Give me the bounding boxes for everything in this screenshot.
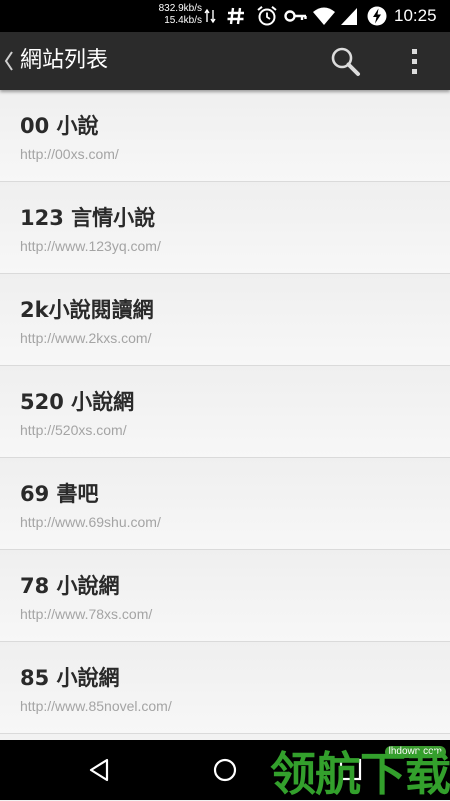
network-speed: 832.9kb/s 15.4kb/s	[142, 3, 202, 27]
data-transfer-icon	[204, 8, 216, 24]
search-icon	[331, 47, 360, 76]
site-url: http://www.78xs.com/	[20, 606, 153, 622]
site-url: http://www.85novel.com/	[20, 698, 172, 714]
navigation-bar	[0, 740, 450, 800]
site-list: 00 小說 http://00xs.com/ 123 言情小說 http://w…	[0, 90, 450, 740]
hash-icon	[227, 7, 244, 25]
site-name: 123 言情小說	[20, 206, 156, 230]
site-name: 2k小說閱讀網	[20, 298, 154, 322]
cell-signal-icon	[341, 8, 357, 25]
action-bar: 網站列表	[0, 32, 450, 90]
list-item[interactable]: 85 小說網 http://www.85novel.com/	[0, 642, 450, 734]
site-name: 69 書吧	[20, 482, 99, 506]
list-item[interactable]: 520 小說網 http://520xs.com/	[0, 366, 450, 458]
site-name: 00 小說	[20, 114, 99, 138]
recents-icon[interactable]	[338, 756, 364, 784]
site-url: http://www.2kxs.com/	[20, 330, 152, 346]
upload-speed: 15.4kb/s	[164, 15, 202, 26]
wifi-icon	[313, 7, 335, 25]
home-icon[interactable]	[211, 756, 239, 784]
site-name: 85 小說網	[20, 666, 120, 690]
list-item[interactable]: 2k小說閱讀網 http://www.2kxs.com/	[0, 274, 450, 366]
status-bar: 832.9kb/s 15.4kb/s 10:25	[0, 0, 450, 32]
site-url: http://www.69shu.com/	[20, 514, 161, 530]
list-item[interactable]: 00 小說 http://00xs.com/	[0, 90, 450, 182]
site-name: 78 小說網	[20, 574, 120, 598]
page-title: 網站列表	[20, 48, 109, 73]
clock-time: 10:25	[394, 6, 437, 25]
list-item[interactable]: 69 書吧 http://www.69shu.com/	[0, 458, 450, 550]
site-name: 520 小說網	[20, 390, 135, 414]
site-url: http://00xs.com/	[20, 146, 119, 162]
site-url: http://www.123yq.com/	[20, 238, 161, 254]
site-url: http://520xs.com/	[20, 422, 127, 438]
alarm-icon	[257, 6, 277, 26]
overflow-menu-icon	[412, 49, 417, 74]
download-speed: 832.9kb/s	[158, 3, 202, 14]
search-button[interactable]	[328, 44, 364, 80]
back-chevron-icon[interactable]	[3, 49, 15, 73]
vpn-key-icon	[284, 10, 307, 22]
back-icon[interactable]	[86, 756, 114, 784]
list-item[interactable]: 78 小說網 http://www.78xs.com/	[0, 550, 450, 642]
list-item[interactable]: 123 言情小說 http://www.123yq.com/	[0, 182, 450, 274]
battery-saver-icon	[367, 6, 387, 26]
overflow-menu-button[interactable]	[402, 44, 428, 80]
